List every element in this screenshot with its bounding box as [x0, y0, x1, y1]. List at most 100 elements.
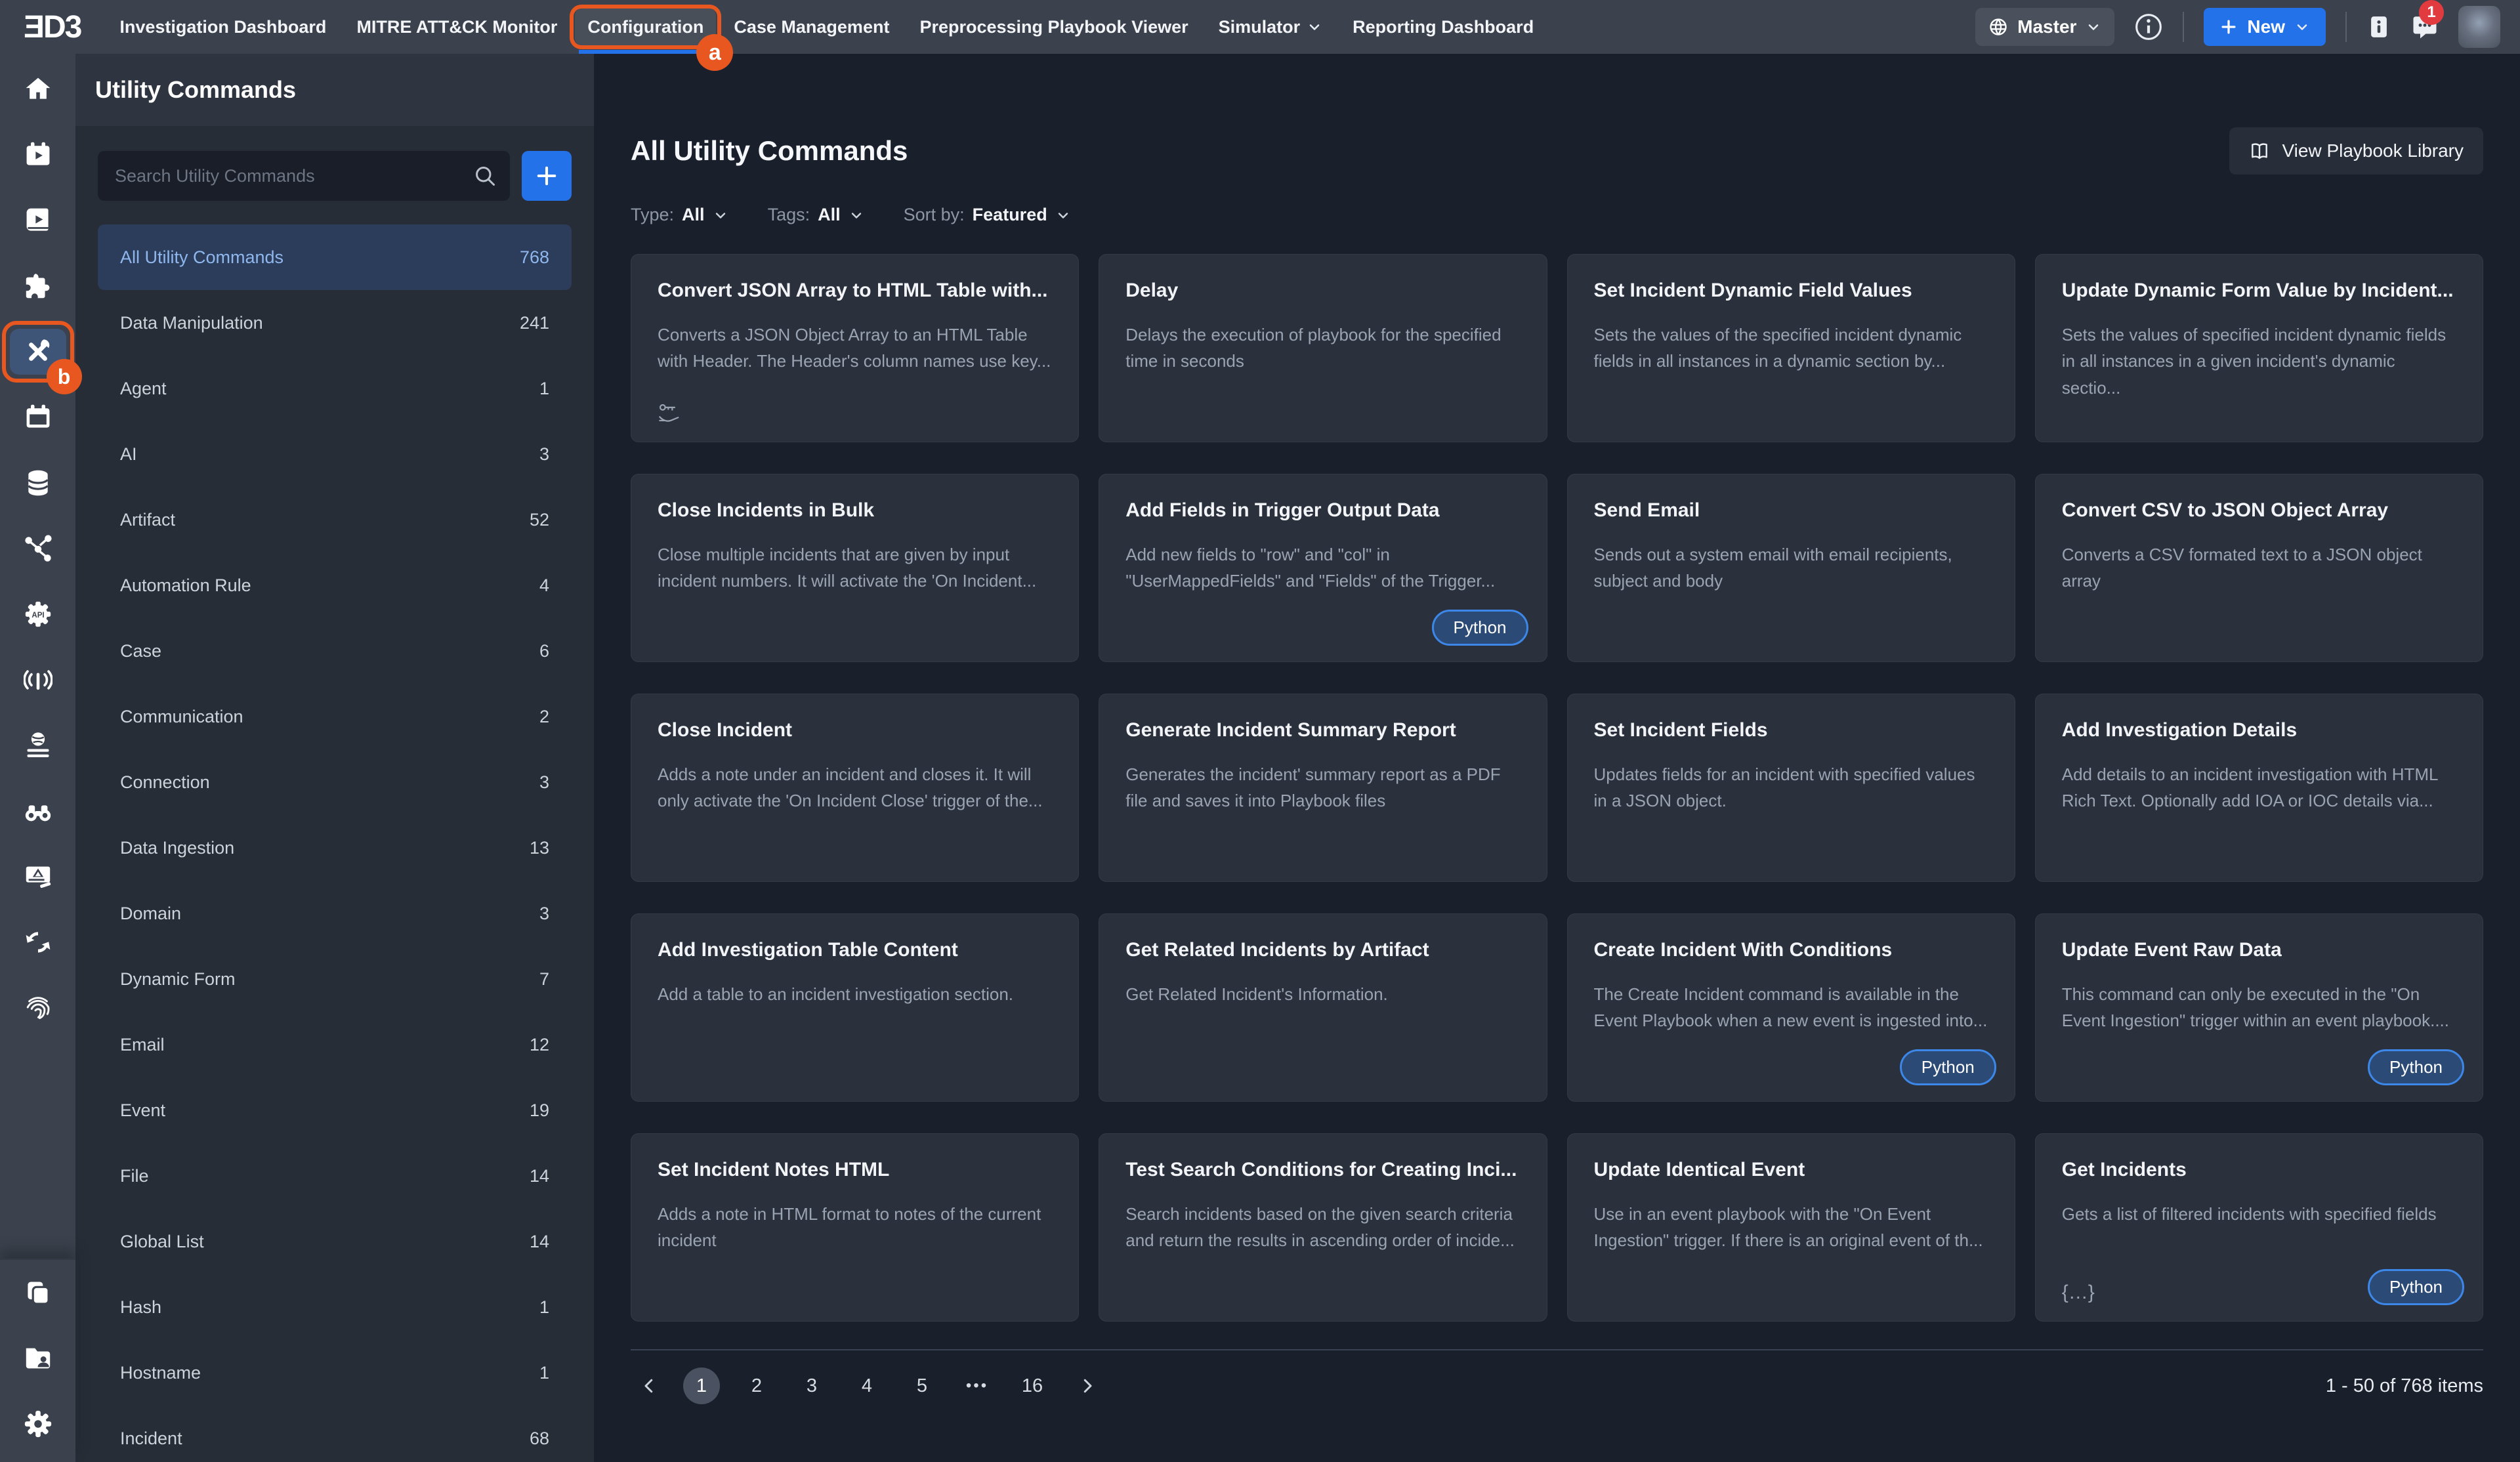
filter-dropdown[interactable]: Tags: All [768, 205, 864, 225]
category-item[interactable]: All Utility Commands 768 [98, 224, 572, 290]
playbook-viewer-icon[interactable] [0, 188, 75, 253]
page-button[interactable]: 3 [793, 1368, 830, 1404]
nav-item[interactable]: Simulator [1204, 0, 1338, 54]
nav-item[interactable]: Case Management [719, 0, 904, 54]
category-item[interactable]: Domain 3 [98, 881, 572, 946]
command-card[interactable]: Test Search Conditions for Creating Inci… [1099, 1133, 1547, 1322]
nav-item[interactable]: Configuration a [572, 0, 719, 54]
site-selector[interactable]: Master [1975, 8, 2114, 46]
nav-item[interactable]: Preprocessing Playbook Viewer [904, 0, 1203, 54]
data-store-icon[interactable] [0, 450, 75, 516]
command-description: Sets the values of specified incident dy… [2062, 322, 2456, 401]
command-card[interactable]: Add Investigation Details Add details to… [2035, 694, 2483, 882]
command-card[interactable]: Set Incident Notes HTML Adds a note in H… [631, 1133, 1079, 1322]
chevron-down-icon [2294, 19, 2310, 35]
connections-network-icon[interactable] [0, 516, 75, 581]
category-label: Data Ingestion [120, 838, 234, 858]
command-card[interactable]: Close Incidents in Bulk Close multiple i… [631, 474, 1079, 662]
command-description: Sets the values of the specified inciden… [1594, 322, 1988, 375]
page-button[interactable]: 16 [1014, 1368, 1051, 1404]
command-card[interactable]: Send Email Sends out a system email with… [1567, 474, 2015, 662]
category-item[interactable]: Hostname 1 [98, 1340, 572, 1406]
top-navigation: Investigation Dashboard MITRE ATT&CK Mon… [104, 0, 1549, 54]
category-item[interactable]: Hash 1 [98, 1274, 572, 1340]
category-count: 3 [539, 444, 549, 465]
category-item[interactable]: Data Manipulation 241 [98, 290, 572, 356]
user-folder-icon[interactable] [0, 1326, 75, 1391]
command-card[interactable]: Create Incident With Conditions The Crea… [1567, 913, 2015, 1102]
command-card[interactable]: Close Incident Adds a note under an inci… [631, 694, 1079, 882]
category-item[interactable]: Agent 1 [98, 356, 572, 421]
search-icon[interactable] [473, 164, 497, 188]
category-item[interactable]: Event 19 [98, 1077, 572, 1143]
command-card[interactable]: Add Investigation Table Content Add a ta… [631, 913, 1079, 1102]
category-item[interactable]: Artifact 52 [98, 487, 572, 553]
settings-gear-icon[interactable] [0, 1391, 75, 1457]
command-card[interactable]: Generate Incident Summary Report Generat… [1099, 694, 1547, 882]
playbook-schedule-icon[interactable] [0, 122, 75, 188]
command-card[interactable]: Update Identical Event Use in an event p… [1567, 1133, 2015, 1322]
command-card[interactable]: Set Incident Dynamic Field Values Sets t… [1567, 254, 2015, 442]
new-button[interactable]: New [2204, 8, 2326, 46]
category-item[interactable]: Automation Rule 4 [98, 553, 572, 618]
page-button[interactable]: 4 [849, 1368, 885, 1404]
page-button[interactable]: 5 [904, 1368, 940, 1404]
chevron-down-icon [1307, 19, 1322, 35]
nav-item[interactable]: Investigation Dashboard [104, 0, 341, 54]
category-item[interactable]: Data Ingestion 13 [98, 815, 572, 881]
view-playbook-library-button[interactable]: View Playbook Library [2229, 127, 2483, 175]
page-button[interactable]: 2 [738, 1368, 775, 1404]
page-button[interactable]: ••• [959, 1368, 996, 1404]
d3-logo[interactable]: ƎD3 [24, 9, 81, 45]
category-item[interactable]: Dynamic Form 7 [98, 946, 572, 1012]
command-card[interactable]: Update Dynamic Form Value by Incident...… [2035, 254, 2483, 442]
command-card[interactable]: Get Incidents Gets a list of filtered in… [2035, 1133, 2483, 1322]
category-item[interactable]: Case 6 [98, 618, 572, 684]
command-card[interactable]: Convert CSV to JSON Object Array Convert… [2035, 474, 2483, 662]
category-item[interactable]: Communication 2 [98, 684, 572, 749]
info-icon[interactable] [2134, 12, 2163, 41]
next-page-button[interactable] [1069, 1368, 1106, 1404]
command-title: Update Event Raw Data [2062, 939, 2456, 961]
add-command-button[interactable] [522, 151, 572, 201]
nav-item[interactable]: Reporting Dashboard [1337, 0, 1549, 54]
command-card[interactable]: Delay Delays the execution of playbook f… [1099, 254, 1547, 442]
nav-item[interactable]: MITRE ATT&CK Monitor [341, 0, 572, 54]
category-item[interactable]: Email 12 [98, 1012, 572, 1077]
category-label: AI [120, 444, 137, 465]
command-card[interactable]: Convert JSON Array to HTML Table with...… [631, 254, 1079, 442]
command-card[interactable]: Set Incident Fields Updates fields for a… [1567, 694, 2015, 882]
filter-dropdown[interactable]: Sort by: Featured [904, 205, 1071, 225]
calendar-icon[interactable] [0, 385, 75, 450]
integrations-puzzle-icon[interactable] [0, 253, 75, 319]
previous-page-button[interactable] [631, 1368, 667, 1404]
copy-icon[interactable] [0, 1260, 75, 1326]
category-item[interactable]: Global List 14 [98, 1209, 572, 1274]
avatar[interactable] [2458, 6, 2500, 48]
api-gear-icon[interactable]: API [0, 581, 75, 647]
filter-dropdown[interactable]: Type: All [631, 205, 728, 225]
site-selector-label: Master [2017, 16, 2076, 37]
fingerprint-icon[interactable] [0, 975, 75, 1041]
search-input[interactable] [98, 151, 510, 201]
sync-icon[interactable] [0, 909, 75, 975]
investigations-binoculars-icon[interactable] [0, 778, 75, 844]
home-icon[interactable] [0, 56, 75, 122]
incident-forms-icon[interactable] [0, 844, 75, 909]
utility-commands-tools-icon[interactable]: b [0, 319, 75, 385]
category-item[interactable]: Connection 3 [98, 749, 572, 815]
category-item[interactable]: Incident 68 [98, 1406, 572, 1462]
global-lists-globe-icon[interactable] [0, 713, 75, 778]
divider [2345, 12, 2347, 42]
event-intake-antenna-icon[interactable] [0, 647, 75, 713]
command-card[interactable]: Get Related Incidents by Artifact Get Re… [1099, 913, 1547, 1102]
category-label: File [120, 1166, 149, 1186]
category-item[interactable]: File 14 [98, 1143, 572, 1209]
category-item[interactable]: AI 3 [98, 421, 572, 487]
release-notes-icon[interactable] [2366, 14, 2391, 39]
command-description: Sends out a system email with email reci… [1594, 541, 1988, 595]
command-card[interactable]: Update Event Raw Data This command can o… [2035, 913, 2483, 1102]
command-card[interactable]: Add Fields in Trigger Output Data Add ne… [1099, 474, 1547, 662]
page-button[interactable]: 1 [683, 1368, 720, 1404]
messages-icon[interactable]: 1 [2411, 13, 2439, 41]
